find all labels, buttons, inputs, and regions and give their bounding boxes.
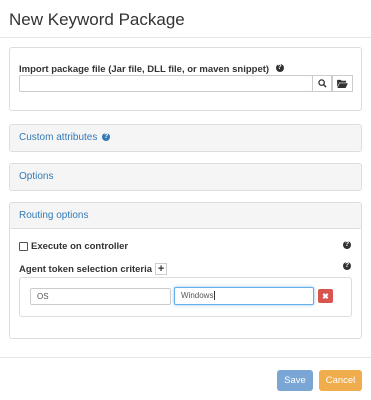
options-panel[interactable]: Options bbox=[9, 163, 362, 191]
search-button[interactable] bbox=[312, 75, 332, 92]
routing-options-title[interactable]: Routing options bbox=[19, 210, 89, 221]
add-criteria-button[interactable]: + bbox=[155, 263, 168, 275]
cancel-button[interactable]: Cancel bbox=[319, 370, 362, 391]
save-button[interactable]: Save bbox=[277, 370, 313, 391]
dialog-header: New Keyword Package bbox=[0, 0, 371, 38]
question-icon[interactable]: ? bbox=[343, 262, 351, 270]
criteria-key-input[interactable]: OS bbox=[30, 288, 171, 305]
folder-open-icon bbox=[337, 79, 348, 88]
custom-attributes-panel[interactable]: Custom attributes ? bbox=[9, 124, 362, 152]
execute-on-controller-checkbox[interactable] bbox=[19, 242, 28, 251]
execute-on-controller-row: Execute on controller bbox=[19, 241, 128, 252]
execute-on-controller-label: Execute on controller bbox=[31, 241, 129, 252]
plus-icon: + bbox=[157, 263, 165, 275]
browse-folder-button[interactable] bbox=[332, 75, 353, 92]
custom-attributes-header[interactable]: Custom attributes ? bbox=[10, 125, 361, 151]
remove-criteria-button[interactable]: ✖ bbox=[318, 289, 333, 303]
footer-divider bbox=[0, 357, 371, 358]
options-header[interactable]: Options bbox=[10, 164, 361, 190]
criteria-value-text: Windows bbox=[181, 291, 214, 300]
save-button-label: Save bbox=[284, 375, 306, 386]
search-icon bbox=[317, 79, 327, 88]
criteria-row: Agent token selection criteria + bbox=[19, 263, 168, 275]
dialog-title: New Keyword Package bbox=[9, 10, 185, 29]
close-icon: ✖ bbox=[322, 291, 329, 301]
criteria-label: Agent token selection criteria bbox=[19, 263, 153, 275]
options-title[interactable]: Options bbox=[19, 171, 53, 182]
import-file-input[interactable] bbox=[19, 75, 313, 92]
routing-options-header[interactable]: Routing options bbox=[10, 203, 361, 229]
criteria-list: OS Windows ✖ bbox=[19, 277, 352, 317]
cancel-button-label: Cancel bbox=[325, 375, 356, 386]
import-label-text: Import package file (Jar file, DLL file,… bbox=[19, 64, 270, 75]
text-cursor bbox=[214, 291, 216, 301]
import-panel: Import package file (Jar file, DLL file,… bbox=[9, 47, 362, 111]
question-icon[interactable]: ? bbox=[343, 241, 351, 249]
custom-attributes-title[interactable]: Custom attributes bbox=[19, 132, 97, 143]
criteria-value-input[interactable]: Windows bbox=[174, 287, 314, 305]
question-icon[interactable]: ? bbox=[102, 133, 111, 142]
question-icon[interactable]: ? bbox=[275, 63, 284, 72]
routing-options-panel: Routing options Execute on controller ? … bbox=[9, 202, 362, 339]
